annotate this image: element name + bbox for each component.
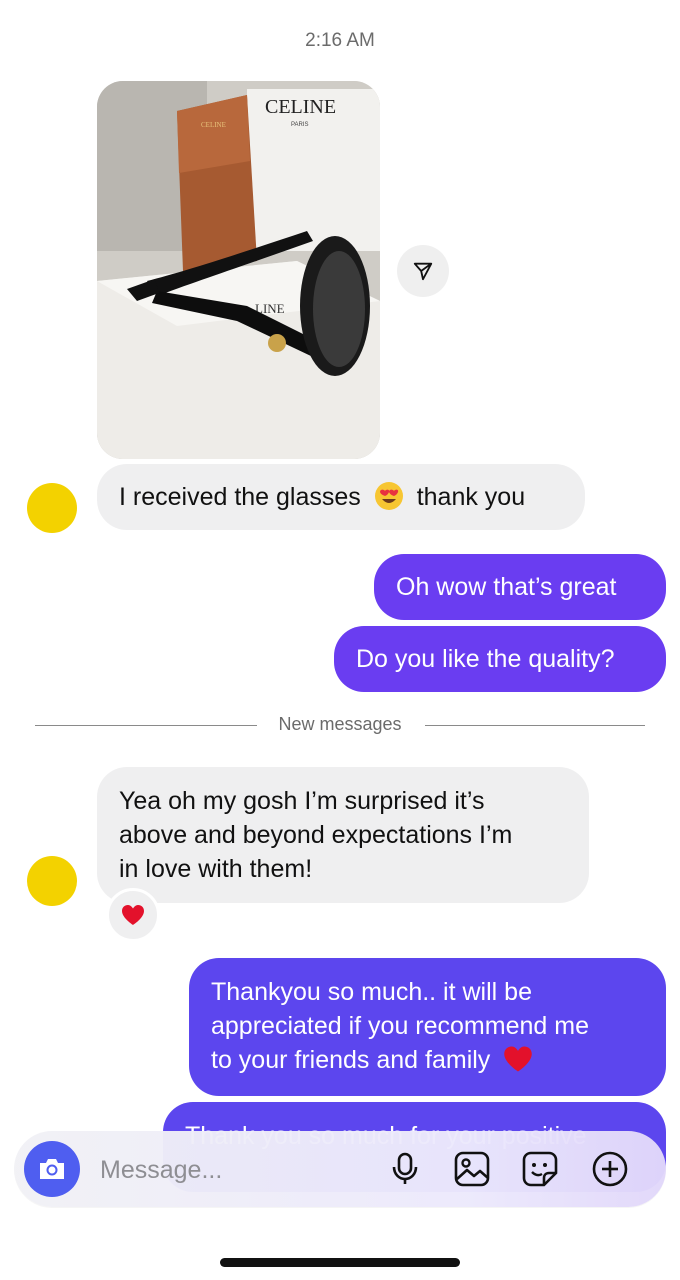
avatar[interactable] [27,483,77,533]
message-line: Yea oh my gosh I’m surprised it’s [119,787,485,815]
red-heart-icon [504,1046,532,1072]
message-line-with-emoji: to your friends and family [211,1043,644,1077]
incoming-message[interactable]: Yea oh my gosh I’m surprised it’s above … [97,767,589,903]
message-line: appreciated if you recommend me [211,1012,589,1040]
message-text: Do you like the quality? [356,645,615,673]
message-text: Oh wow that’s great [396,573,617,601]
incoming-message[interactable]: I received the glasses thank you [97,464,585,530]
message-timestamp: 2:16 AM [305,30,375,51]
sticker-button[interactable] [521,1150,559,1188]
message-input[interactable] [98,1149,372,1191]
message-reaction[interactable] [106,888,160,942]
sunglasses-photo: CELINE PARIS CELINE LINE [97,81,380,459]
outgoing-message[interactable]: Do you like the quality? [334,626,666,692]
share-icon [413,262,433,281]
home-indicator[interactable] [220,1258,460,1267]
message-line: in love with them! [119,855,313,883]
avatar[interactable] [27,856,77,906]
gallery-icon [454,1151,490,1187]
message-line: Thankyou so much.. it will be [211,978,532,1006]
gallery-button[interactable] [453,1150,491,1188]
new-messages-divider: New messages [35,712,645,738]
divider-line [425,725,645,726]
box-sub-text: PARIS [291,122,309,128]
outgoing-message[interactable]: Oh wow that’s great [374,554,666,620]
heart-eyes-emoji-icon [374,481,404,511]
case-brand-text: CELINE [201,121,226,129]
red-heart-icon [122,905,144,925]
share-button[interactable] [397,245,449,297]
microphone-button[interactable] [386,1150,424,1188]
message-text: thank you [416,483,526,511]
camera-icon [40,1159,64,1179]
outgoing-message[interactable]: Thankyou so much.. it will be appreciate… [189,958,666,1096]
add-icon [592,1151,628,1187]
message-text: I received the glasses [119,483,361,511]
add-button[interactable] [591,1150,629,1188]
message-composer [14,1131,666,1207]
photo-message[interactable]: CELINE PARIS CELINE LINE [97,81,380,459]
message-line: above and beyond expectations I’m [119,821,513,849]
microphone-icon [392,1152,418,1184]
camera-button[interactable] [24,1141,80,1197]
box-brand-text: CELINE [265,96,336,118]
message-line: to your friends and family [211,1046,491,1074]
sticker-icon [522,1151,558,1187]
